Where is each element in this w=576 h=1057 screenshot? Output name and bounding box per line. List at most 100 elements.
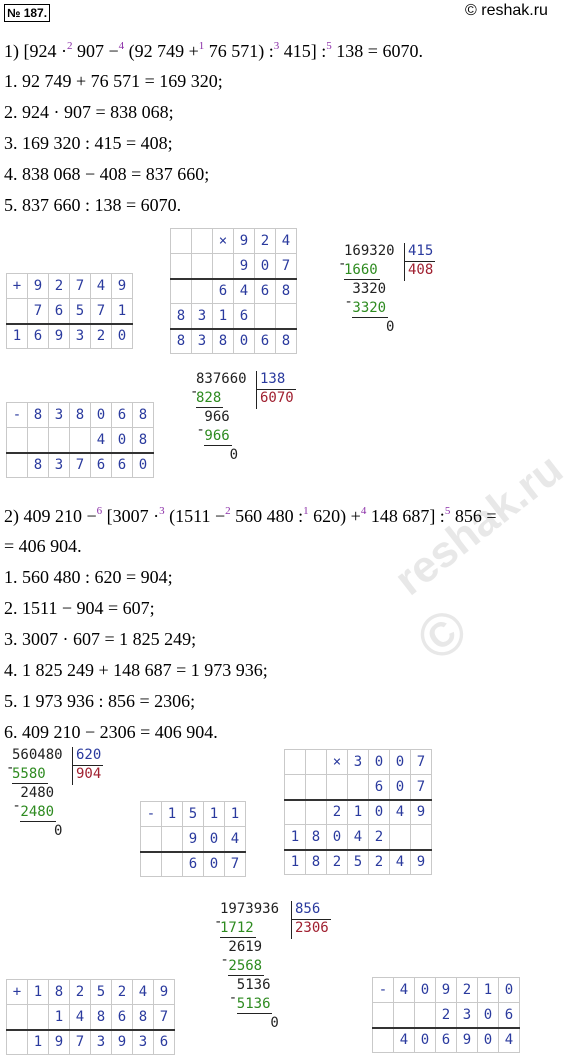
copyright-watermark-icon: © — [404, 594, 481, 675]
step-1-5: 5. 837 660 : 138 = 6070. — [4, 195, 182, 215]
grid-cell — [6, 427, 28, 453]
order-mark: 5 — [444, 505, 451, 517]
subtrahend: 5136 — [236, 996, 271, 1012]
grid-cell: 6 — [27, 322, 49, 349]
grid-cell: - — [6, 402, 28, 428]
grid-cell: 5 — [90, 979, 112, 1005]
step-2-2: 2. 1511 − 904 = 607; — [4, 598, 155, 618]
subtrahend: 828 — [196, 390, 222, 406]
minus-sign: - — [12, 798, 21, 814]
division-rule — [291, 919, 331, 920]
multiplication-grid: × 9 2 4 9 0 7 6 4 6 8 8 3 1 6 8 3 8 0 6 8 — [170, 228, 297, 354]
grid-cell — [284, 774, 306, 800]
division-rule — [344, 279, 380, 280]
grid-cell: 0 — [233, 327, 255, 354]
grid-cell: 8 — [27, 451, 49, 478]
grid-cell: 2 — [326, 848, 348, 875]
grid-cell: 1 — [161, 801, 183, 827]
grid-cell: 9 — [410, 848, 432, 875]
grid-cell: 3 — [191, 303, 213, 329]
expression-part: 138 = 6070. — [331, 41, 423, 61]
grid-cell: 2 — [456, 977, 478, 1003]
order-mark: 6 — [96, 505, 103, 517]
grid-cell: 4 — [389, 798, 411, 825]
quotient: 408 — [408, 262, 434, 278]
division-rule — [291, 901, 292, 939]
grid-cell: 8 — [48, 979, 70, 1005]
grid-cell: 0 — [254, 253, 276, 279]
subtraction-grid: -4092102306406904 — [372, 977, 520, 1053]
grid-cell: 4 — [69, 1004, 91, 1030]
step-1-3: 3. 169 320 : 415 = 408; — [4, 133, 173, 153]
grid-cell: 0 — [132, 451, 154, 478]
grid-cell: 1 — [6, 322, 28, 349]
order-mark: 3 — [159, 505, 165, 517]
step-2-6: 6. 409 210 − 2306 = 406 904. — [4, 722, 218, 742]
grid-cell: 2 — [111, 979, 133, 1005]
remainder: 2480 — [20, 785, 55, 801]
grid-cell: 4 — [347, 824, 369, 850]
divisor: 415 — [408, 243, 434, 259]
grid-cell: 9 — [48, 1028, 70, 1055]
grid-cell: 3 — [48, 402, 70, 428]
grid-cell: 0 — [368, 749, 390, 775]
grid-cell — [140, 826, 162, 852]
division-rule — [72, 765, 104, 766]
subtrahend: 1660 — [344, 262, 378, 278]
expression-1: 1) [924 ·2 907 −4 (92 749 +1 76 571) :3 … — [4, 40, 423, 65]
grid-cell: 9 — [27, 273, 49, 299]
expression-part: 76 571) : — [204, 41, 274, 61]
grid-cell: 6 — [48, 298, 70, 324]
order-mark: 1 — [303, 505, 309, 517]
grid-cell: 7 — [224, 850, 246, 877]
grid-cell — [284, 798, 306, 825]
dividend: 1973936 — [220, 901, 280, 917]
grid-cell: 2 — [90, 322, 112, 349]
grid-cell: 9 — [111, 1028, 133, 1055]
grid-cell — [275, 303, 297, 329]
multiplication-grid: × 3 0 0 7 6 0 7 2 1 0 4 9 1 8 0 4 2 1 8 2 5 2 4 9 — [284, 749, 432, 875]
grid-cell — [305, 798, 327, 825]
long-division: 169320 415 408-1660 3320 3320-0 — [338, 243, 448, 353]
grid-cell — [170, 228, 192, 254]
grid-cell: 0 — [203, 850, 225, 877]
grid-cell: 8 — [90, 1004, 112, 1030]
grid-cell: 6 — [368, 774, 390, 800]
grid-cell: 7 — [153, 1004, 175, 1030]
minus-sign: - — [228, 990, 238, 1006]
grid-cell: 7 — [27, 298, 49, 324]
grid-cell: - — [140, 801, 162, 827]
division-rule — [12, 783, 48, 784]
grid-cell: 0 — [389, 774, 411, 800]
grid-cell — [170, 253, 192, 279]
grid-cell: 4 — [393, 1026, 415, 1053]
grid-cell — [48, 427, 70, 453]
grid-cell: 0 — [111, 322, 133, 349]
grid-cell: 2 — [69, 979, 91, 1005]
grid-cell: 2 — [48, 273, 70, 299]
grid-cell: 8 — [305, 848, 327, 875]
dividend: 560480 — [12, 747, 63, 763]
division-rule — [196, 407, 224, 408]
grid-cell: 6 — [111, 451, 133, 478]
remainder: 3320 — [352, 281, 387, 297]
grid-cell: 7 — [275, 253, 297, 279]
grid-cell: 9 — [410, 798, 432, 825]
grid-cell — [6, 1028, 28, 1055]
grid-cell — [191, 253, 213, 279]
grid-cell: 3 — [347, 749, 369, 775]
grid-cell — [212, 253, 234, 279]
order-mark: 5 — [326, 40, 332, 52]
quotient: 904 — [76, 766, 102, 782]
grid-cell: 2 — [326, 798, 348, 825]
remainder: 0 — [386, 319, 395, 335]
grid-cell: 1 — [111, 298, 133, 324]
grid-cell: 6 — [212, 277, 234, 304]
grid-cell: 1 — [27, 1028, 49, 1055]
step-1-1: 1. 92 749 + 76 571 = 169 320; — [4, 71, 223, 91]
grid-cell: 1 — [477, 977, 499, 1003]
grid-cell: 8 — [275, 277, 297, 304]
grid-cell: 8 — [275, 327, 297, 354]
expression-part: [3007 · — [102, 506, 160, 526]
grid-cell: 6 — [111, 402, 133, 428]
